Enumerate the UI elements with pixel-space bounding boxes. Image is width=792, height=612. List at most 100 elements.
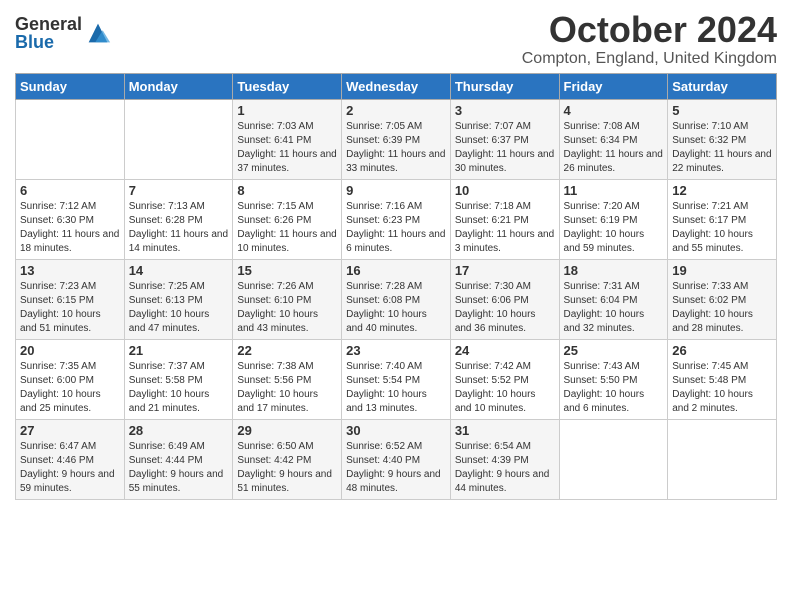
calendar-cell: 2 Sunrise: 7:05 AMSunset: 6:39 PMDaylight… <box>342 99 451 179</box>
day-content: Sunrise: 7:26 AMSunset: 6:10 PMDaylight:… <box>237 280 337 336</box>
day-content: Sunrise: 7:42 AMSunset: 5:52 PMDaylight:… <box>455 360 555 416</box>
calendar-cell: 27 Sunrise: 6:47 AMSunset: 4:46 PMDayligh… <box>16 419 125 499</box>
calendar-cell: 15Sunrise: 7:26 AMSunset: 6:10 PMDayligh… <box>233 259 342 339</box>
day-content: Sunrise: 7:35 AMSunset: 6:00 PMDaylight:… <box>20 360 120 416</box>
day-number: 8 <box>237 183 337 198</box>
calendar-cell: 17 Sunrise: 7:30 AMSunset: 6:06 PMDayligh… <box>450 259 559 339</box>
day-number: 3 <box>455 103 555 118</box>
page-header: General Blue October 2024 Compton, Engla… <box>15 10 777 68</box>
calendar-cell <box>559 419 668 499</box>
day-content: Sunrise: 7:08 AMSunset: 6:34 PMDaylight:… <box>564 120 664 176</box>
day-number: 12 <box>672 183 772 198</box>
day-content: Sunrise: 7:13 AMSunset: 6:28 PMDaylight:… <box>129 200 229 256</box>
calendar-cell: 24 Sunrise: 7:42 AMSunset: 5:52 PMDayligh… <box>450 339 559 419</box>
calendar-cell: 19 Sunrise: 7:33 AMSunset: 6:02 PMDayligh… <box>668 259 777 339</box>
calendar-cell: 12 Sunrise: 7:21 AMSunset: 6:17 PMDayligh… <box>668 179 777 259</box>
day-content: Sunrise: 7:30 AMSunset: 6:06 PMDaylight:… <box>455 280 555 336</box>
day-number: 2 <box>346 103 446 118</box>
day-number: 23 <box>346 343 446 358</box>
day-number: 5 <box>672 103 772 118</box>
day-number: 26 <box>672 343 772 358</box>
calendar-cell: 8 Sunrise: 7:15 AMSunset: 6:26 PMDaylight… <box>233 179 342 259</box>
calendar-cell: 23 Sunrise: 7:40 AMSunset: 5:54 PMDayligh… <box>342 339 451 419</box>
day-content: Sunrise: 7:31 AMSunset: 6:04 PMDaylight:… <box>564 280 664 336</box>
day-content: Sunrise: 6:47 AMSunset: 4:46 PMDaylight:… <box>20 440 120 496</box>
calendar-cell: 29Sunrise: 6:50 AMSunset: 4:42 PMDayligh… <box>233 419 342 499</box>
calendar-cell: 4 Sunrise: 7:08 AMSunset: 6:34 PMDaylight… <box>559 99 668 179</box>
day-number: 31 <box>455 423 555 438</box>
day-content: Sunrise: 7:03 AMSunset: 6:41 PMDaylight:… <box>237 120 337 176</box>
day-number: 7 <box>129 183 229 198</box>
header-friday: Friday <box>559 73 668 99</box>
day-number: 22 <box>237 343 337 358</box>
day-number: 28 <box>129 423 229 438</box>
day-number: 6 <box>20 183 120 198</box>
day-number: 4 <box>564 103 664 118</box>
header-sunday: Sunday <box>16 73 125 99</box>
calendar-cell <box>668 419 777 499</box>
calendar-cell <box>16 99 125 179</box>
day-number: 9 <box>346 183 446 198</box>
calendar-cell: 3 Sunrise: 7:07 AMSunset: 6:37 PMDaylight… <box>450 99 559 179</box>
calendar-cell: 26 Sunrise: 7:45 AMSunset: 5:48 PMDayligh… <box>668 339 777 419</box>
calendar-cell: 18Sunrise: 7:31 AMSunset: 6:04 PMDayligh… <box>559 259 668 339</box>
logo-general: General <box>15 15 82 33</box>
calendar-cell: 25 Sunrise: 7:43 AMSunset: 5:50 PMDayligh… <box>559 339 668 419</box>
calendar-cell: 30 Sunrise: 6:52 AMSunset: 4:40 PMDayligh… <box>342 419 451 499</box>
day-number: 20 <box>20 343 120 358</box>
day-number: 13 <box>20 263 120 278</box>
day-content: Sunrise: 7:45 AMSunset: 5:48 PMDaylight:… <box>672 360 772 416</box>
day-content: Sunrise: 7:25 AMSunset: 6:13 PMDaylight:… <box>129 280 229 336</box>
calendar-cell: 22 Sunrise: 7:38 AMSunset: 5:56 PMDayligh… <box>233 339 342 419</box>
calendar-week-row: 20 Sunrise: 7:35 AMSunset: 6:00 PMDayligh… <box>16 339 777 419</box>
calendar-week-row: 27 Sunrise: 6:47 AMSunset: 4:46 PMDayligh… <box>16 419 777 499</box>
day-number: 21 <box>129 343 229 358</box>
calendar-cell <box>124 99 233 179</box>
day-content: Sunrise: 7:20 AMSunset: 6:19 PMDaylight:… <box>564 200 664 256</box>
calendar-table: SundayMondayTuesdayWednesdayThursdayFrid… <box>15 73 777 500</box>
calendar-cell: 14Sunrise: 7:25 AMSunset: 6:13 PMDayligh… <box>124 259 233 339</box>
calendar-cell: 28 Sunrise: 6:49 AMSunset: 4:44 PMDayligh… <box>124 419 233 499</box>
header-monday: Monday <box>124 73 233 99</box>
calendar-cell: 31 Sunrise: 6:54 AMSunset: 4:39 PMDayligh… <box>450 419 559 499</box>
header-thursday: Thursday <box>450 73 559 99</box>
day-content: Sunrise: 7:10 AMSunset: 6:32 PMDaylight:… <box>672 120 772 176</box>
day-content: Sunrise: 7:23 AMSunset: 6:15 PMDaylight:… <box>20 280 120 336</box>
day-content: Sunrise: 7:15 AMSunset: 6:26 PMDaylight:… <box>237 200 337 256</box>
day-content: Sunrise: 7:05 AMSunset: 6:39 PMDaylight:… <box>346 120 446 176</box>
day-content: Sunrise: 7:21 AMSunset: 6:17 PMDaylight:… <box>672 200 772 256</box>
day-content: Sunrise: 7:37 AMSunset: 5:58 PMDaylight:… <box>129 360 229 416</box>
day-content: Sunrise: 7:16 AMSunset: 6:23 PMDaylight:… <box>346 200 446 256</box>
calendar-week-row: 1Sunrise: 7:03 AMSunset: 6:41 PMDaylight… <box>16 99 777 179</box>
day-content: Sunrise: 6:52 AMSunset: 4:40 PMDaylight:… <box>346 440 446 496</box>
day-content: Sunrise: 6:50 AMSunset: 4:42 PMDaylight:… <box>237 440 337 496</box>
day-number: 27 <box>20 423 120 438</box>
day-content: Sunrise: 7:40 AMSunset: 5:54 PMDaylight:… <box>346 360 446 416</box>
day-number: 17 <box>455 263 555 278</box>
calendar-cell: 21 Sunrise: 7:37 AMSunset: 5:58 PMDayligh… <box>124 339 233 419</box>
day-number: 30 <box>346 423 446 438</box>
calendar-cell: 6 Sunrise: 7:12 AMSunset: 6:30 PMDaylight… <box>16 179 125 259</box>
day-content: Sunrise: 6:49 AMSunset: 4:44 PMDaylight:… <box>129 440 229 496</box>
calendar-week-row: 13 Sunrise: 7:23 AMSunset: 6:15 PMDayligh… <box>16 259 777 339</box>
calendar-cell: 20 Sunrise: 7:35 AMSunset: 6:00 PMDayligh… <box>16 339 125 419</box>
day-number: 10 <box>455 183 555 198</box>
day-number: 25 <box>564 343 664 358</box>
day-content: Sunrise: 7:07 AMSunset: 6:37 PMDaylight:… <box>455 120 555 176</box>
day-content: Sunrise: 7:43 AMSunset: 5:50 PMDaylight:… <box>564 360 664 416</box>
location: Compton, England, United Kingdom <box>522 50 777 68</box>
day-content: Sunrise: 7:33 AMSunset: 6:02 PMDaylight:… <box>672 280 772 336</box>
day-number: 19 <box>672 263 772 278</box>
day-content: Sunrise: 7:12 AMSunset: 6:30 PMDaylight:… <box>20 200 120 256</box>
day-content: Sunrise: 7:38 AMSunset: 5:56 PMDaylight:… <box>237 360 337 416</box>
day-number: 16 <box>346 263 446 278</box>
day-content: Sunrise: 7:28 AMSunset: 6:08 PMDaylight:… <box>346 280 446 336</box>
calendar-cell: 1Sunrise: 7:03 AMSunset: 6:41 PMDaylight… <box>233 99 342 179</box>
logo-text: General Blue <box>15 15 82 51</box>
calendar-header-row: SundayMondayTuesdayWednesdayThursdayFrid… <box>16 73 777 99</box>
day-content: Sunrise: 6:54 AMSunset: 4:39 PMDaylight:… <box>455 440 555 496</box>
month-title: October 2024 <box>522 10 777 50</box>
calendar-cell: 11Sunrise: 7:20 AMSunset: 6:19 PMDayligh… <box>559 179 668 259</box>
day-number: 24 <box>455 343 555 358</box>
calendar-cell: 7 Sunrise: 7:13 AMSunset: 6:28 PMDaylight… <box>124 179 233 259</box>
